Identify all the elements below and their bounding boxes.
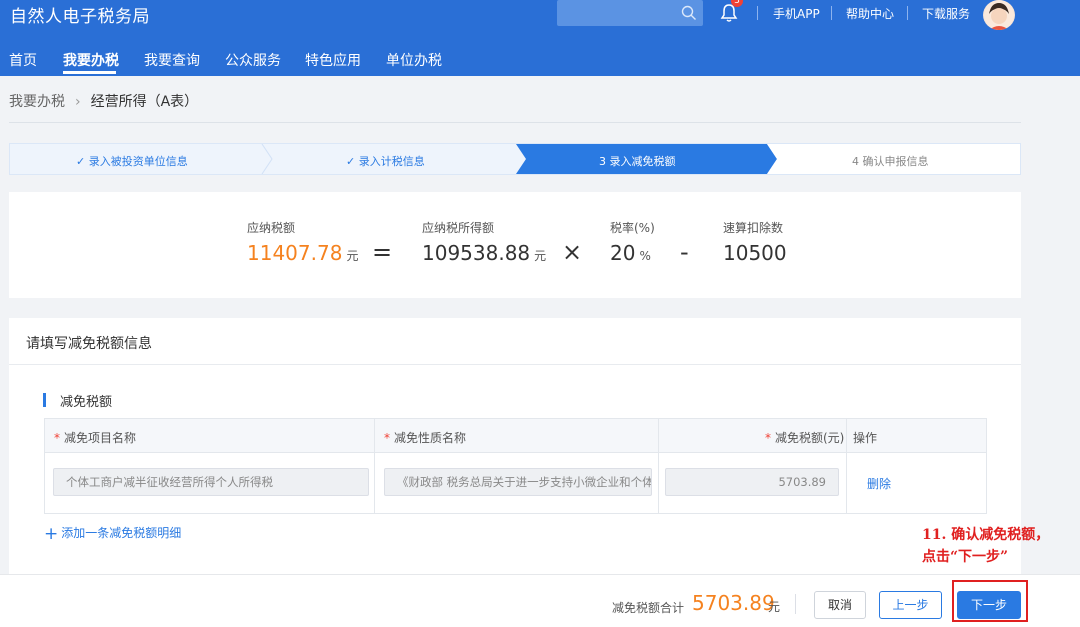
minus-sign: - [680, 238, 689, 266]
taxable-income-value: 109538.88 [422, 241, 531, 265]
required-mark: * [765, 431, 771, 445]
mobile-app-link[interactable]: 手机APP [773, 5, 820, 22]
taxable-income-unit: 元 [534, 249, 547, 263]
relief-table: * 减免项目名称 * 减免性质名称 * 减免税额(元) 操作 个体工商户减半征收经营所… [44, 418, 987, 514]
nav-featured-apps[interactable]: 特色应用 [305, 50, 361, 70]
nav-tax-service[interactable]: 我要办税 [63, 50, 119, 70]
tax-rate-value: 20 [610, 241, 636, 265]
column-header: * 减免税额(元) [765, 431, 845, 445]
search-icon[interactable] [681, 5, 697, 21]
breadcrumb: 我要办税 › 经营所得（A表） [9, 91, 198, 111]
relief-amount-input[interactable]: 5703.89 [665, 468, 839, 496]
divider [795, 594, 796, 614]
tax-payable-unit: 元 [346, 249, 359, 263]
relief-item-name-input[interactable]: 个体工商户减半征收经营所得个人所得税 [53, 468, 369, 496]
tax-rate-unit: % [639, 249, 651, 263]
add-relief-row-button[interactable]: + 添加一条减免税额明细 [44, 524, 181, 544]
section-marker [43, 393, 46, 407]
tax-formula-card: 应纳税额 11407.78 元 = 应纳税所得额 109538.88 元 × 税率(… [9, 192, 1021, 298]
plus-icon: + [44, 524, 59, 544]
step-4: 4 确认申报信息 [852, 155, 929, 168]
divider [658, 419, 659, 513]
tax-payable-label: 应纳税额 [247, 221, 296, 235]
annotation-line-2: 点击“下一步” [922, 549, 1009, 565]
relief-nature-select[interactable]: 《财政部 税务总局关于进一步支持小微企业和个体工商户发展有关税费政策的公告》 [384, 468, 652, 496]
total-relief-value: 5703.89 [692, 591, 775, 615]
nav-public-service[interactable]: 公众服务 [225, 50, 281, 70]
total-relief-label: 减免税额合计 [612, 601, 685, 615]
step-indicator: ✓ 录入被投资单位信息 ✓ 录入计税信息 3 录入减免税额 4 确认申报信息 [9, 143, 1021, 175]
required-mark: * [384, 431, 390, 445]
divider [9, 364, 1021, 365]
tutorial-annotation: 11. 确认减免税额， 点击“下一步” [922, 524, 1049, 568]
tax-rate-wrap: 20% [610, 241, 651, 265]
step-3: 3 录入减免税额 [599, 155, 676, 168]
tax-rate-label: 税率(%) [610, 221, 655, 235]
search-input[interactable] [557, 0, 703, 26]
total-relief-unit: 元 [768, 600, 781, 614]
previous-step-button[interactable]: 上一步 [879, 591, 942, 619]
column-header: * 减免性质名称 [384, 431, 467, 445]
nav-entity-tax[interactable]: 单位办税 [386, 50, 442, 70]
divider [374, 419, 375, 513]
help-center-link[interactable]: 帮助中心 [846, 5, 894, 22]
nav-home[interactable]: 首页 [9, 50, 37, 70]
times-sign: × [562, 238, 583, 266]
cancel-button[interactable]: 取消 [814, 591, 866, 619]
main-content: 我要办税 › 经营所得（A表） ✓ 录入被投资单位信息 ✓ 录入计税信息 3 录入减… [0, 76, 1080, 626]
breadcrumb-root[interactable]: 我要办税 [9, 94, 65, 110]
delete-row-button[interactable]: 删除 [867, 475, 891, 492]
quick-deduction-value: 10500 [723, 241, 787, 265]
column-header: * 减免项目名称 [54, 431, 137, 445]
tax-relief-card: 请填写减免税额信息 减免税额 * 减免项目名称 * 减免性质名称 * 减免税额(元) … [9, 318, 1021, 578]
taxable-income-wrap: 109538.88 元 [422, 241, 546, 265]
section-title: 减免税额 [60, 395, 113, 410]
card-title: 请填写减免税额信息 [26, 336, 152, 352]
tax-payable-value-wrap: 11407.78 元 [247, 241, 358, 265]
annotation-line-1: 11. 确认减免税额， [922, 527, 1050, 543]
divider [831, 6, 832, 20]
step-1: ✓ 录入被投资单位信息 [76, 155, 188, 168]
step-2: ✓ 录入计税信息 [346, 155, 425, 168]
notification-badge: 3 [731, 0, 743, 7]
equals-sign: = [372, 238, 393, 266]
active-nav-indicator [63, 71, 116, 74]
chevron-right-icon: › [75, 94, 81, 110]
nav-query[interactable]: 我要查询 [144, 50, 200, 70]
quick-deduction-label: 速算扣除数 [723, 221, 784, 235]
footer-bar: 减免税额合计 5703.89 元 取消 上一步 下一步 [0, 574, 1080, 627]
column-header: 操作 [853, 431, 878, 445]
avatar[interactable] [983, 0, 1015, 30]
tax-payable-value: 11407.78 [247, 241, 343, 265]
breadcrumb-current: 经营所得（A表） [90, 94, 199, 110]
site-title[interactable]: 自然人电子税务局 [10, 2, 150, 27]
divider [757, 6, 758, 20]
divider [846, 419, 847, 513]
taxable-income-label: 应纳税所得额 [422, 221, 495, 235]
required-mark: * [54, 431, 60, 445]
divider [907, 6, 908, 20]
table-header: * 减免项目名称 * 减免性质名称 * 减免税额(元) 操作 [45, 419, 986, 453]
divider [9, 122, 1021, 123]
top-bar: 自然人电子税务局 3 手机APP 帮助中心 下载服务 首页 我要办税 我要查询 … [0, 0, 1080, 76]
highlight-box [952, 580, 1028, 622]
download-link[interactable]: 下载服务 [922, 5, 970, 22]
